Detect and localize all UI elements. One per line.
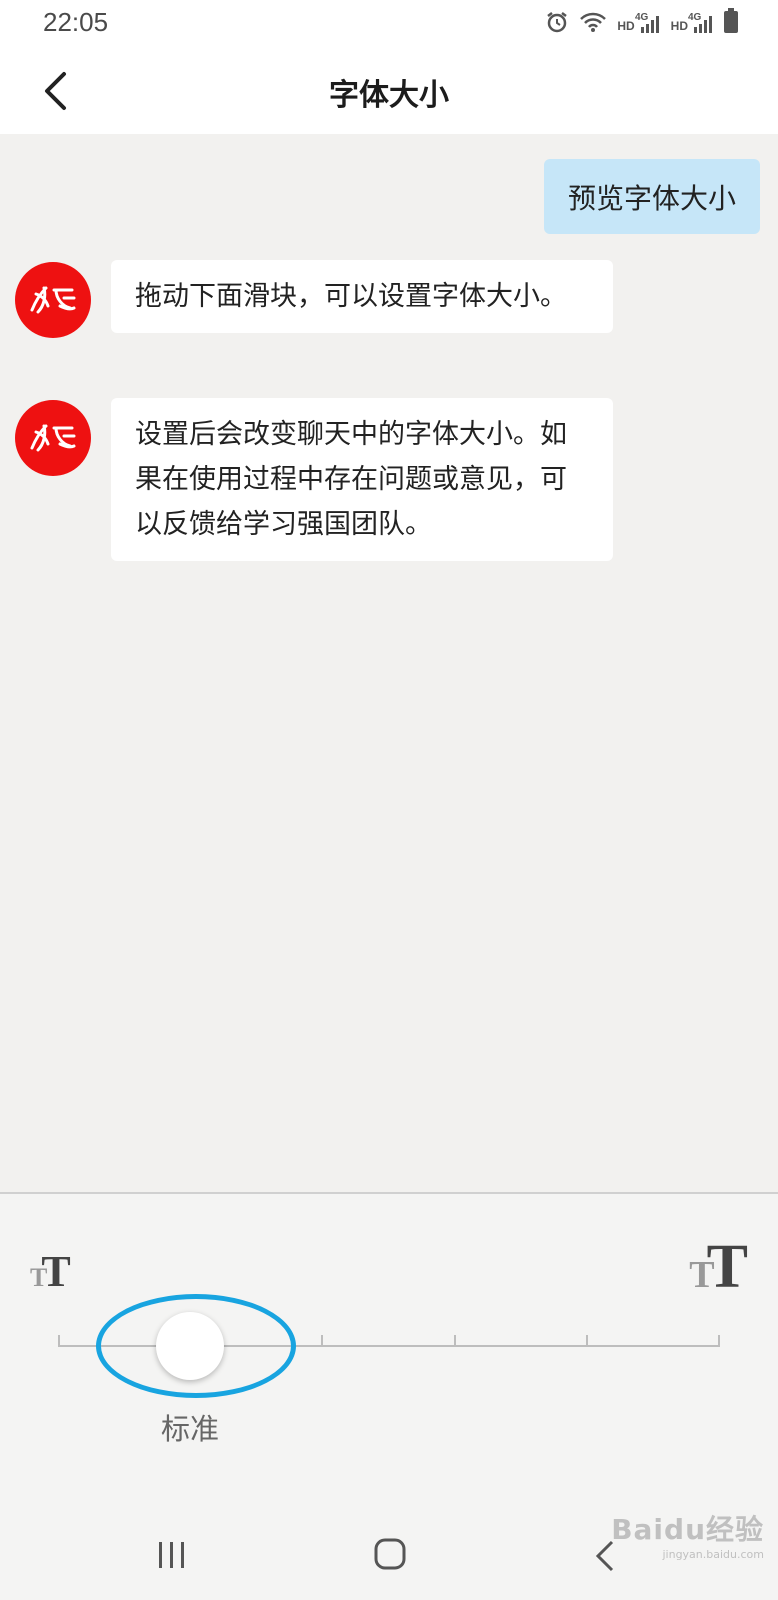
- hd-4g-signal-icon: HD 4G: [671, 11, 714, 33]
- svg-text:4G: 4G: [635, 12, 649, 23]
- status-time: 22:05: [43, 7, 109, 37]
- watermark-main: Baidu经验: [611, 1513, 764, 1546]
- preview-message-bubble: 预览字体大小: [543, 159, 760, 234]
- xuexi-logo-icon: [30, 286, 76, 314]
- xuexi-logo-icon: [30, 424, 76, 452]
- font-size-small-icon: TT: [30, 1247, 71, 1296]
- battery-icon: [724, 8, 738, 33]
- alarm-icon: [545, 10, 569, 34]
- recent-apps-button[interactable]: [155, 1538, 189, 1572]
- watermark-sub: jingyan.baidu.com: [662, 1548, 764, 1561]
- page-title: 字体大小: [329, 78, 449, 113]
- slider-tick: [586, 1335, 588, 1347]
- slider-tick: [718, 1335, 720, 1347]
- slider-value-label: 标准: [160, 1412, 219, 1446]
- network-hd-label: HD: [617, 19, 635, 33]
- baidu-watermark: Baidu经验 jingyan.baidu.com: [611, 1508, 764, 1561]
- status-bar: 22:05 HD 4G HD 4G: [0, 0, 778, 48]
- wifi-icon: [579, 11, 607, 33]
- avatar: [15, 262, 91, 338]
- avatar: [15, 400, 91, 476]
- slider-tick: [58, 1335, 60, 1347]
- slider-tick: [321, 1335, 323, 1347]
- network-hd-label: HD: [670, 19, 688, 33]
- hd-4g-signal-icon: HD 4G: [617, 11, 660, 33]
- status-icons: HD 4G HD 4G: [545, 8, 738, 34]
- chat-preview: 预览字体大小 拖动下面滑块，可以设置字体大小。 设置后会改变聊天中的字体大小。如…: [0, 134, 778, 1192]
- font-size-slider-thumb[interactable]: [156, 1312, 224, 1380]
- header: 字体大小: [0, 48, 778, 134]
- message-bubble: 设置后会改变聊天中的字体大小。如果在使用过程中存在问题或意见，可以反馈给学习强国…: [111, 398, 613, 561]
- font-size-panel: TT TT 标准: [0, 1192, 778, 1510]
- recent-apps-icon: [159, 1542, 184, 1568]
- message-bubble: 拖动下面滑块，可以设置字体大小。: [111, 260, 613, 333]
- svg-text:4G: 4G: [688, 12, 702, 23]
- font-size-large-icon: TT: [689, 1233, 748, 1301]
- home-button[interactable]: [372, 1536, 408, 1572]
- slider-tick: [454, 1335, 456, 1347]
- home-icon: [374, 1538, 406, 1570]
